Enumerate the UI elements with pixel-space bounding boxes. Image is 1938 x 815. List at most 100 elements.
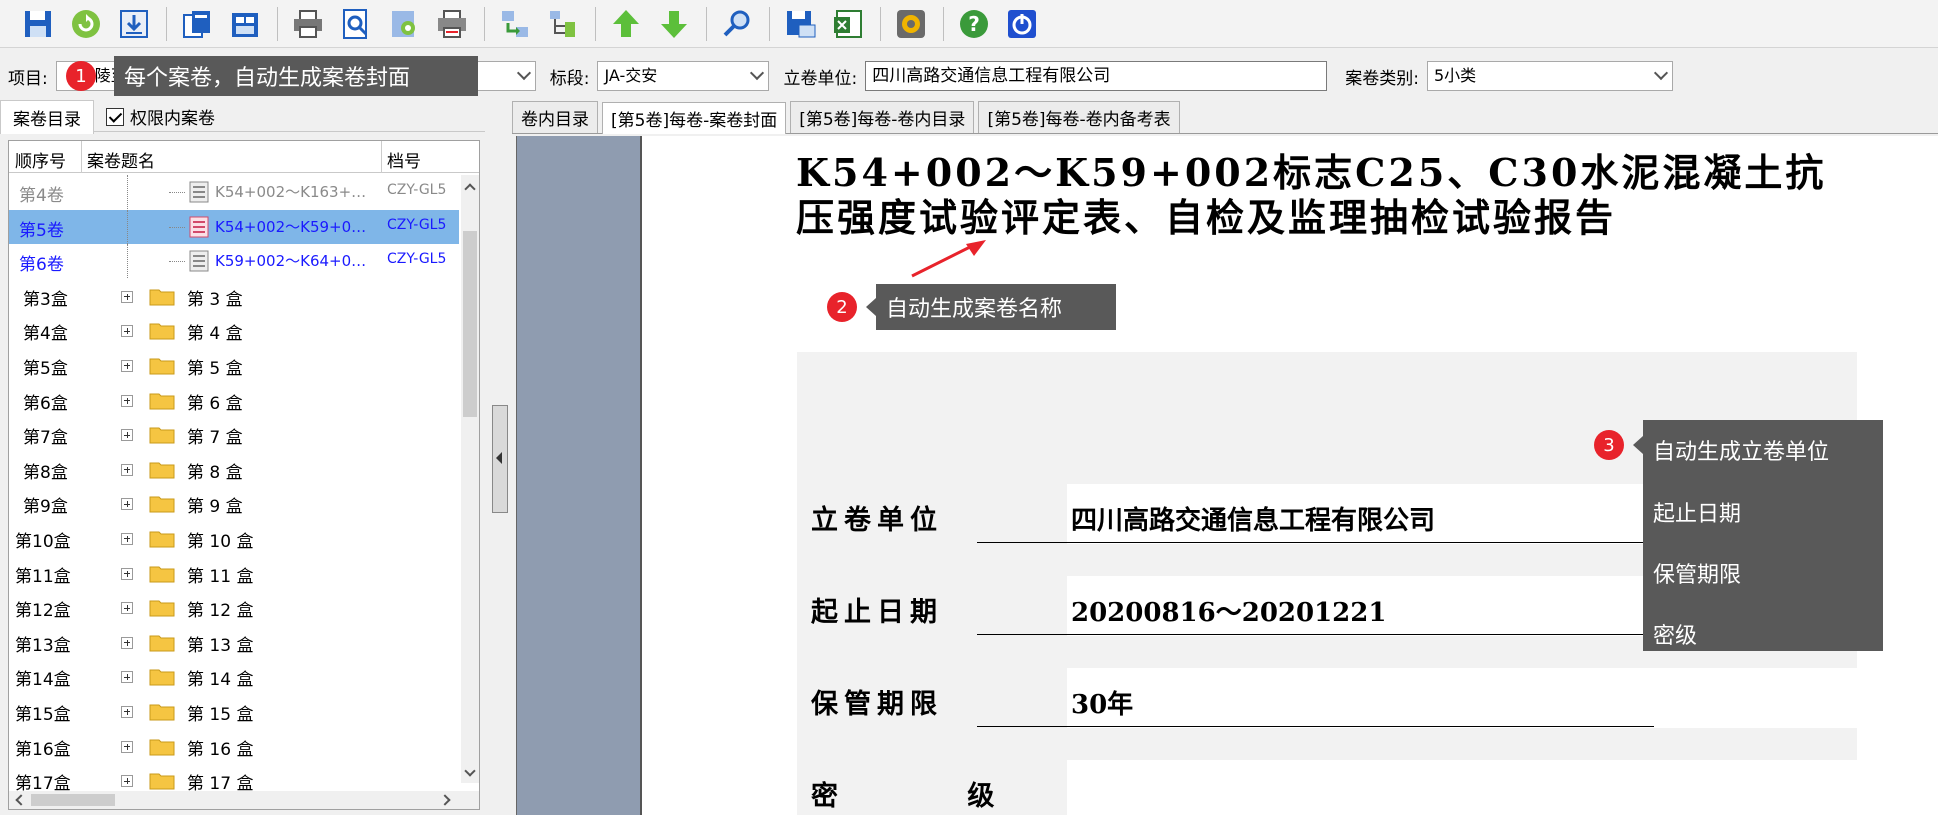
tree-vertical-scrollbar[interactable] [461, 175, 479, 783]
unit-label: 立卷单位: [783, 68, 858, 89]
column-header-seq[interactable]: 顺序号 [15, 147, 66, 172]
category-select-value: 5小类 [1433, 66, 1477, 85]
tree-row-box[interactable]: 第12盒 第 12 盒 [9, 590, 459, 625]
scroll-right-icon[interactable] [439, 794, 451, 806]
expand-icon[interactable] [121, 705, 133, 718]
form-row-secret: 密 级 [797, 760, 1857, 815]
row-code: CZY-GL5 [387, 216, 447, 233]
excel-export-button[interactable] [828, 4, 868, 44]
expand-icon[interactable] [121, 290, 133, 303]
gear-icon [897, 9, 925, 38]
transfer-button[interactable] [495, 4, 535, 44]
row-title: 第 10 盒 [187, 531, 254, 552]
expand-icon[interactable] [121, 740, 133, 753]
tree-button[interactable] [543, 4, 583, 44]
permission-checkbox-label: 权限内案卷 [130, 109, 215, 129]
toolbar-separator [166, 6, 167, 41]
tree-row-box[interactable]: 第15盒 第 15 盒 [9, 694, 459, 729]
expand-icon[interactable] [121, 359, 133, 372]
panel-splitter-handle[interactable] [492, 405, 508, 513]
tree-horizontal-scrollbar[interactable] [9, 791, 479, 809]
search-button[interactable] [717, 4, 757, 44]
unit-input[interactable]: 四川高路交通信息工程有限公司 [865, 61, 1328, 91]
settings-button[interactable] [891, 4, 931, 44]
row-seq: 第4盒 [23, 324, 68, 345]
permission-checkbox[interactable]: 权限内案卷 [106, 104, 215, 129]
annotation-callout-3: 自动生成立卷单位 起止日期 保管期限 密级 [1643, 420, 1883, 651]
category-select[interactable]: 5小类 [1426, 61, 1673, 91]
toolbar-separator [706, 6, 707, 41]
tree-row-volume[interactable]: 第6卷 K59+002～K64+0… CZY-GL5 [9, 244, 459, 279]
scroll-left-icon[interactable] [15, 794, 27, 806]
arrow-down-icon [661, 10, 687, 38]
volume-tree: 顺序号 案卷题名 档号 第4卷 K54+002～K163+… CZY-GL5 第… [8, 140, 480, 810]
chevron-down-icon [516, 65, 531, 81]
tree-row-box[interactable]: 第14盒 第 14 盒 [9, 659, 459, 694]
tree-row-box[interactable]: 第4盒 第 4 盒 [9, 313, 459, 348]
tab-inner-catalog[interactable]: 卷内目录 [512, 101, 598, 133]
expand-icon[interactable] [121, 567, 133, 580]
tree-row-box[interactable]: 第6盒 第 6 盒 [9, 383, 459, 418]
tree-row-box[interactable]: 第8盒 第 8 盒 [9, 452, 459, 487]
copy-button[interactable] [177, 4, 217, 44]
column-header-name[interactable]: 案卷题名 [87, 147, 155, 172]
tree-row-box[interactable]: 第10盒 第 10 盒 [9, 521, 459, 556]
tree-row-box[interactable]: 第3盒 第 3 盒 [9, 279, 459, 314]
copy-all-button[interactable] [225, 4, 265, 44]
tab-volume-catalog[interactable]: 案卷目录 [0, 99, 94, 134]
exit-button[interactable] [1002, 4, 1042, 44]
annotation-text-1: 每个案卷，自动生成案卷封面 [124, 66, 411, 91]
annotation-item-secret: 密级 [1653, 624, 1698, 649]
row-seq: 第14盒 [15, 670, 71, 691]
tree-row-box[interactable]: 第9盒 第 9 盒 [9, 486, 459, 521]
tab-volume-cover[interactable]: [第5卷]每卷-案卷封面 [602, 102, 787, 134]
scroll-down-icon[interactable] [464, 765, 476, 777]
column-header-code[interactable]: 档号 [387, 147, 421, 172]
annotation-item-unit: 自动生成立卷单位 [1653, 440, 1830, 465]
download-button[interactable] [114, 4, 154, 44]
expand-icon[interactable] [121, 532, 133, 545]
annotation-callout-2: 自动生成案卷名称 [876, 284, 1116, 330]
save-button[interactable] [18, 4, 58, 44]
preview-button[interactable] [336, 4, 376, 44]
row-seq: 第13盒 [15, 635, 71, 656]
section-select[interactable]: JA-交安 [597, 61, 770, 91]
help-button[interactable]: ? [954, 4, 994, 44]
expand-icon[interactable] [121, 429, 133, 442]
save-as-button[interactable] [780, 4, 820, 44]
tree-row-box[interactable]: 第7盒 第 7 盒 [9, 417, 459, 452]
tree-row-box[interactable]: 第11盒 第 11 盒 [9, 556, 459, 591]
expand-icon[interactable] [121, 463, 133, 476]
scroll-up-icon[interactable] [464, 183, 476, 195]
svg-text:?: ? [968, 12, 980, 36]
scrollbar-thumb[interactable] [31, 794, 115, 806]
tree-row-volume[interactable]: 第4卷 K54+002～K163+… CZY-GL5 [9, 175, 459, 210]
row-seq: 第15盒 [15, 704, 71, 725]
date-field-label: 起止日期 [811, 597, 943, 628]
expand-icon[interactable] [121, 325, 133, 338]
move-up-button[interactable] [606, 4, 646, 44]
refresh-button[interactable] [66, 4, 106, 44]
tab-volume-inner-catalog[interactable]: [第5卷]每卷-卷内目录 [790, 101, 975, 133]
toolbar-separator [880, 6, 881, 41]
expand-icon[interactable] [121, 602, 133, 615]
preview-icon [343, 8, 368, 39]
scrollbar-thumb[interactable] [463, 231, 477, 417]
expand-icon[interactable] [121, 636, 133, 649]
expand-icon[interactable] [121, 671, 133, 684]
tree-row-box[interactable]: 第13盒 第 13 盒 [9, 625, 459, 660]
tree-row-box[interactable]: 第16盒 第 16 盒 [9, 729, 459, 764]
print-button[interactable] [288, 4, 328, 44]
printer-button[interactable] [432, 4, 472, 44]
tree-row-volume-selected[interactable]: 第5卷 K54+002～K59+0… CZY-GL5 [9, 209, 459, 245]
cover-title-line1: K54+002～K59+002标志C25、C30水泥混凝土抗 [796, 150, 1827, 195]
tab-volume-notes[interactable]: [第5卷]每卷-卷内备考表 [978, 101, 1180, 133]
move-down-button[interactable] [654, 4, 694, 44]
annotation-badge-2: 2 [827, 292, 857, 322]
expand-icon[interactable] [121, 775, 133, 788]
tree-row-box[interactable]: 第5盒 第 5 盒 [9, 348, 459, 383]
expand-icon[interactable] [121, 394, 133, 407]
settings-doc-button[interactable] [384, 4, 424, 44]
toolbar-separator [769, 6, 770, 41]
expand-icon[interactable] [121, 498, 133, 511]
